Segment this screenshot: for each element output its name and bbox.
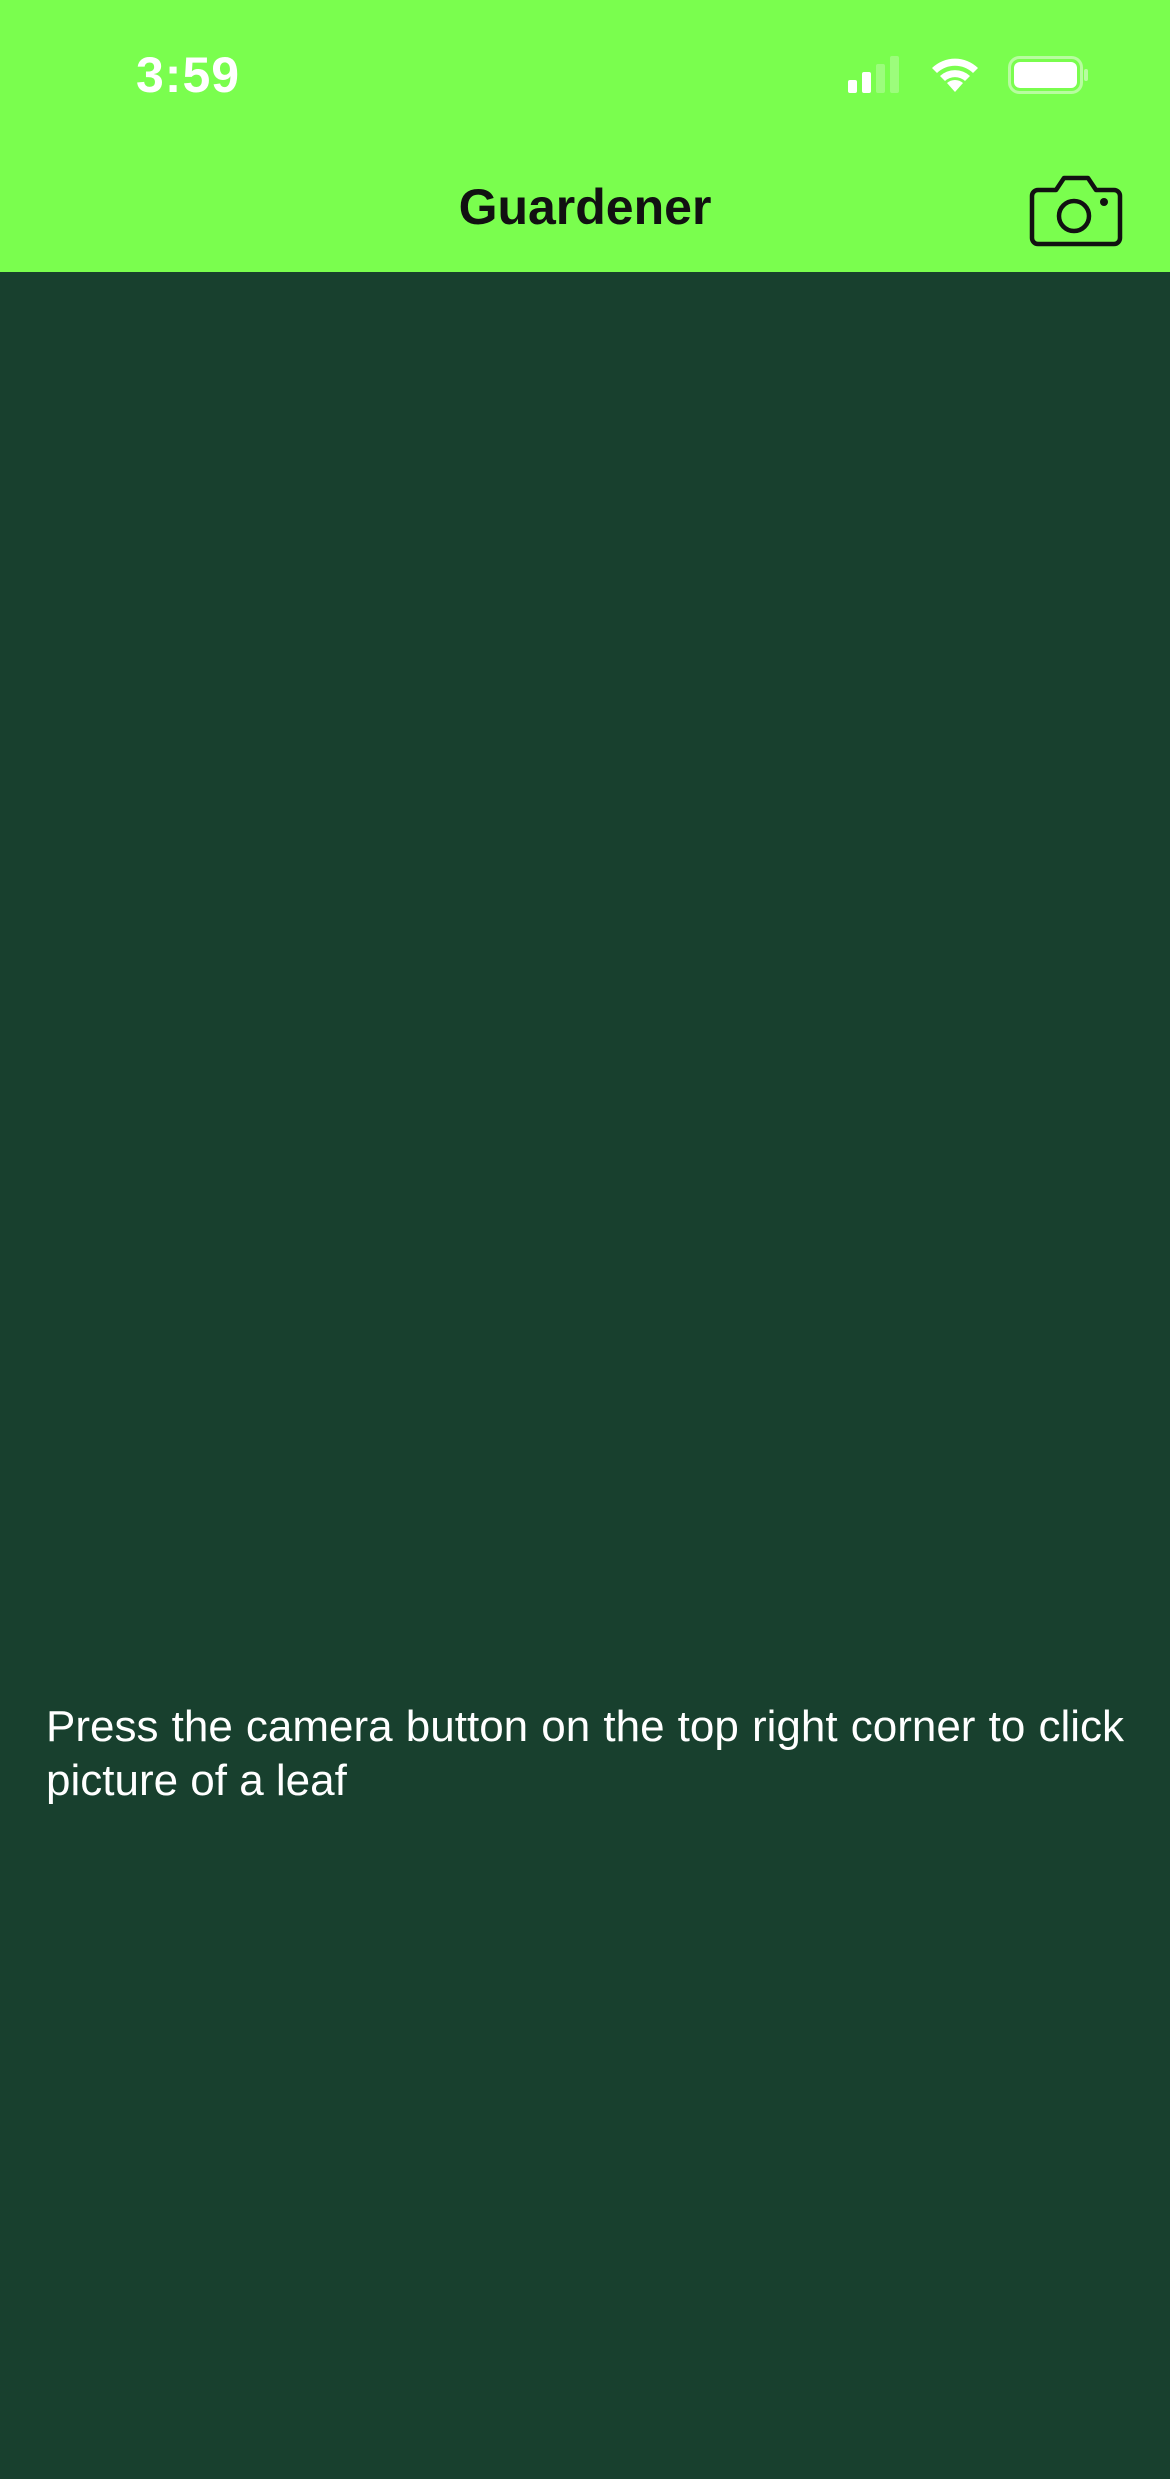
page-title: Guardener: [458, 179, 712, 235]
instruction-text: Press the camera button on the top right…: [46, 1702, 1124, 1805]
camera-icon: [1028, 172, 1124, 248]
cellular-signal-icon: [846, 56, 902, 94]
app-screen: 3:59 Guardener Press the camera button o…: [0, 0, 1170, 2479]
status-time: 3:59: [136, 47, 241, 103]
status-icons: [846, 56, 1090, 94]
battery-icon: [1008, 56, 1090, 94]
wifi-icon: [928, 56, 982, 94]
header: 3:59 Guardener: [0, 0, 1170, 272]
camera-button[interactable]: [1028, 172, 1124, 248]
